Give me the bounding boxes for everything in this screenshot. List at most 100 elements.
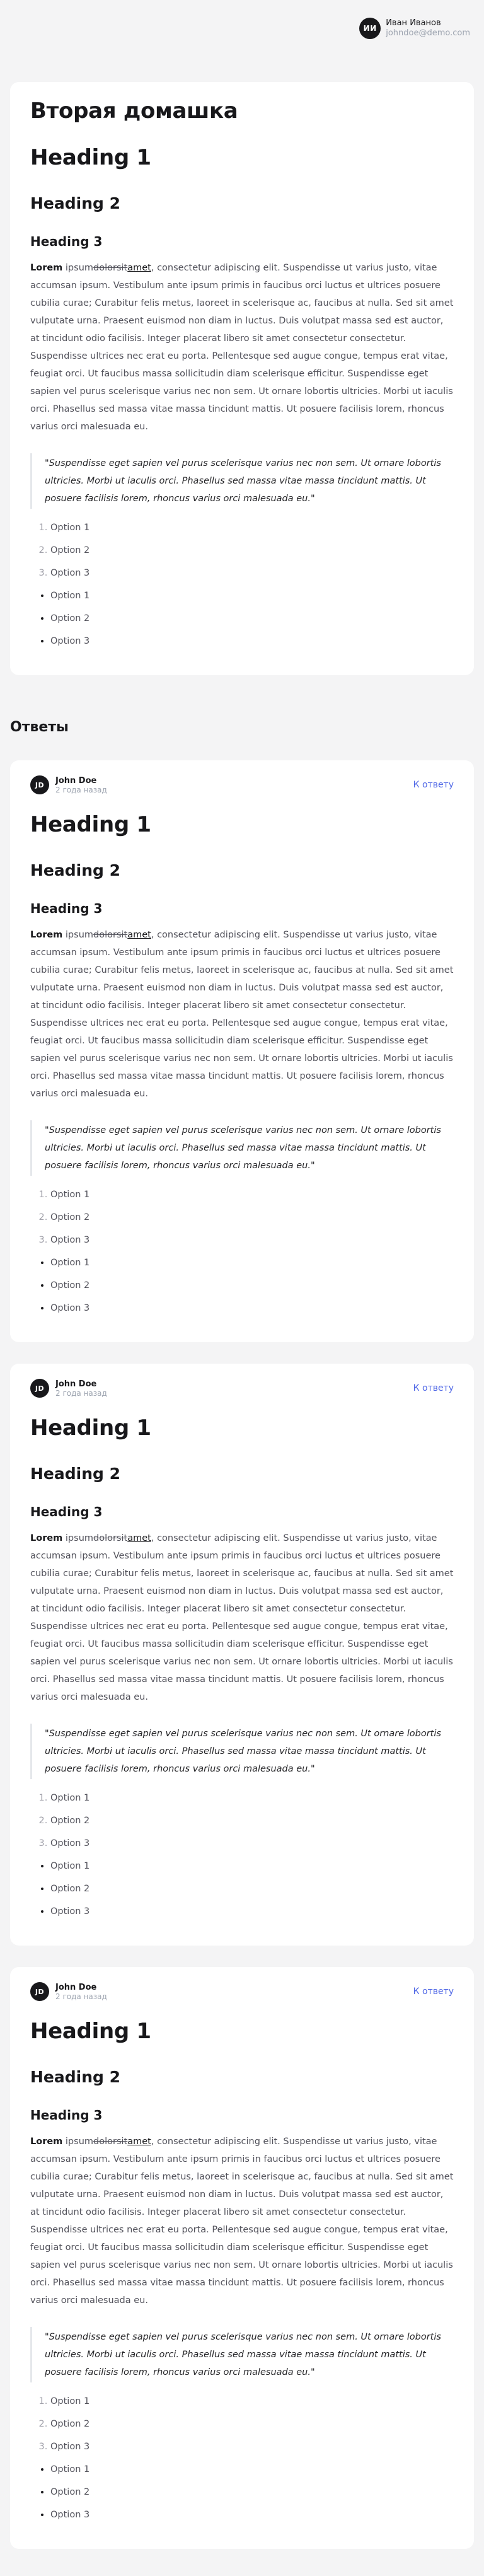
content-heading-1: Heading 1 bbox=[30, 145, 151, 170]
paragraph-rest: , consectetur adipiscing elit. Suspendis… bbox=[30, 2137, 454, 2306]
answer-author: JD John Doe 2 года назад bbox=[30, 775, 107, 794]
content-heading-2: Heading 2 bbox=[30, 194, 121, 212]
unordered-list: Option 1 Option 2 Option 3 bbox=[30, 1256, 454, 1314]
underlined-text: amet bbox=[127, 263, 151, 273]
author-avatar: JD bbox=[30, 1379, 49, 1398]
ordered-list-item: Option 3 bbox=[50, 1837, 454, 1850]
ordered-list-item: Option 2 bbox=[50, 1211, 454, 1224]
answer-time: 2 года назад bbox=[55, 1388, 107, 1398]
ordered-list-item: Option 1 bbox=[50, 2395, 454, 2408]
content-heading-3: Heading 3 bbox=[30, 1504, 103, 1519]
bold-text: Lorem bbox=[30, 1533, 63, 1543]
answer-time: 2 года назад bbox=[55, 1992, 107, 2001]
paragraph-rest: , consectetur adipiscing elit. Suspendis… bbox=[30, 263, 454, 432]
unordered-list-item: Option 3 bbox=[50, 635, 454, 647]
user-avatar: ИИ bbox=[359, 18, 381, 39]
answer-card: JD John Doe 2 года назад К ответу Headin… bbox=[10, 760, 474, 1342]
content-heading-1: Heading 1 bbox=[30, 2019, 151, 2044]
answer-author: JD John Doe 2 года назад bbox=[30, 1982, 107, 2001]
answer-time: 2 года назад bbox=[55, 785, 107, 794]
unordered-list-item: Option 1 bbox=[50, 2463, 454, 2476]
content-heading-2: Heading 2 bbox=[30, 861, 121, 879]
content-heading-2: Heading 2 bbox=[30, 1465, 121, 1483]
content-blockquote: "Suspendisse eget sapien vel purus scele… bbox=[30, 1724, 454, 1779]
underlined-text: amet bbox=[127, 1533, 151, 1543]
author-info: John Doe 2 года назад bbox=[55, 776, 107, 794]
plain-text: ipsum bbox=[62, 263, 94, 273]
content-paragraph: Lorem ipsumdolorsitamet, consectetur adi… bbox=[30, 1529, 454, 1706]
unordered-list: Option 1 Option 2 Option 3 bbox=[30, 2463, 454, 2521]
paragraph-rest: , consectetur adipiscing elit. Suspendis… bbox=[30, 1533, 454, 1702]
strikethrough-text: dolorsit bbox=[93, 263, 128, 273]
user-name: Иван Иванов bbox=[386, 18, 441, 28]
answer-card: JD John Doe 2 года назад К ответу Headin… bbox=[10, 1967, 474, 2549]
content-blockquote: "Suspendisse eget sapien vel purus scele… bbox=[30, 2327, 454, 2382]
answer-card: JD John Doe 2 года назад К ответу Headin… bbox=[10, 1364, 474, 1946]
content-paragraph: Lorem ipsumdolorsitamet, consectetur adi… bbox=[30, 259, 454, 436]
ordered-list-item: Option 2 bbox=[50, 1814, 454, 1827]
ordered-list-item: Option 2 bbox=[50, 544, 454, 557]
underlined-text: amet bbox=[127, 930, 151, 940]
bold-text: Lorem bbox=[30, 2137, 63, 2147]
ordered-list-item: Option 2 bbox=[50, 2418, 454, 2430]
plain-text: ipsum bbox=[62, 930, 94, 940]
strikethrough-text: dolorsit bbox=[93, 1533, 128, 1543]
top-bar: ИИ Иван Иванов johndoe@demo.com bbox=[0, 0, 484, 57]
underlined-text: amet bbox=[127, 2137, 151, 2147]
unordered-list: Option 1 Option 2 Option 3 bbox=[30, 1860, 454, 1918]
unordered-list-item: Option 3 bbox=[50, 2509, 454, 2521]
user-email: johndoe@demo.com bbox=[386, 28, 470, 38]
unordered-list: Option 1 Option 2 Option 3 bbox=[30, 589, 454, 647]
content-blockquote: "Suspendisse eget sapien vel purus scele… bbox=[30, 1120, 454, 1176]
bold-text: Lorem bbox=[30, 263, 63, 273]
user-menu[interactable]: ИИ Иван Иванов johndoe@demo.com bbox=[359, 18, 470, 39]
ordered-list-item: Option 1 bbox=[50, 521, 454, 534]
ordered-list-item: Option 3 bbox=[50, 2440, 454, 2453]
strikethrough-text: dolorsit bbox=[93, 930, 128, 940]
author-info: John Doe 2 года назад bbox=[55, 1379, 107, 1398]
plain-text: ipsum bbox=[62, 1533, 94, 1543]
author-name: John Doe bbox=[55, 1982, 97, 1992]
ordered-list: Option 1 Option 2 Option 3 bbox=[30, 1188, 454, 1246]
content-paragraph: Lorem ipsumdolorsitamet, consectetur adi… bbox=[30, 2133, 454, 2309]
answer-author: JD John Doe 2 года назад bbox=[30, 1379, 107, 1398]
go-to-answer-link[interactable]: К ответу bbox=[413, 780, 454, 790]
unordered-list-item: Option 2 bbox=[50, 1883, 454, 1895]
unordered-list-item: Option 1 bbox=[50, 1860, 454, 1872]
content-heading-3: Heading 3 bbox=[30, 234, 103, 249]
unordered-list-item: Option 2 bbox=[50, 2486, 454, 2498]
homework-content: Heading 1 Heading 2 Heading 3 Lorem ipsu… bbox=[30, 145, 454, 647]
go-to-answer-link[interactable]: К ответу bbox=[413, 1987, 454, 1997]
content-heading-2: Heading 2 bbox=[30, 2068, 121, 2086]
content-heading-3: Heading 3 bbox=[30, 901, 103, 916]
ordered-list-item: Option 1 bbox=[50, 1188, 454, 1201]
user-info: Иван Иванов johndoe@demo.com bbox=[386, 18, 470, 39]
unordered-list-item: Option 2 bbox=[50, 1279, 454, 1292]
author-avatar: JD bbox=[30, 1982, 49, 2001]
content-paragraph: Lorem ipsumdolorsitamet, consectetur adi… bbox=[30, 926, 454, 1103]
unordered-list-item: Option 2 bbox=[50, 612, 454, 625]
go-to-answer-link[interactable]: К ответу bbox=[413, 1383, 454, 1393]
content-heading-1: Heading 1 bbox=[30, 1415, 151, 1441]
author-info: John Doe 2 года назад bbox=[55, 1983, 107, 2001]
author-name: John Doe bbox=[55, 775, 97, 786]
content-blockquote: "Suspendisse eget sapien vel purus scele… bbox=[30, 453, 454, 509]
ordered-list-item: Option 3 bbox=[50, 567, 454, 579]
ordered-list-item: Option 1 bbox=[50, 1792, 454, 1804]
homework-card: Вторая домашка Heading 1 Heading 2 Headi… bbox=[10, 82, 474, 675]
strikethrough-text: dolorsit bbox=[93, 2137, 128, 2147]
ordered-list-item: Option 3 bbox=[50, 1234, 454, 1246]
unordered-list-item: Option 1 bbox=[50, 589, 454, 602]
answers-list: JD John Doe 2 года назад К ответу Headin… bbox=[0, 760, 484, 2549]
author-name: John Doe bbox=[55, 1379, 97, 1389]
answer-header: JD John Doe 2 года назад К ответу bbox=[30, 1379, 454, 1398]
unordered-list-item: Option 3 bbox=[50, 1905, 454, 1918]
answer-header: JD John Doe 2 года назад К ответу bbox=[30, 775, 454, 794]
bold-text: Lorem bbox=[30, 930, 63, 940]
unordered-list-item: Option 3 bbox=[50, 1302, 454, 1314]
homework-title: Вторая домашка bbox=[30, 98, 238, 124]
answers-section-title: Ответы bbox=[10, 719, 69, 735]
paragraph-rest: , consectetur adipiscing elit. Suspendis… bbox=[30, 930, 454, 1099]
content-heading-3: Heading 3 bbox=[30, 2108, 103, 2123]
answer-header: JD John Doe 2 года назад К ответу bbox=[30, 1982, 454, 2001]
